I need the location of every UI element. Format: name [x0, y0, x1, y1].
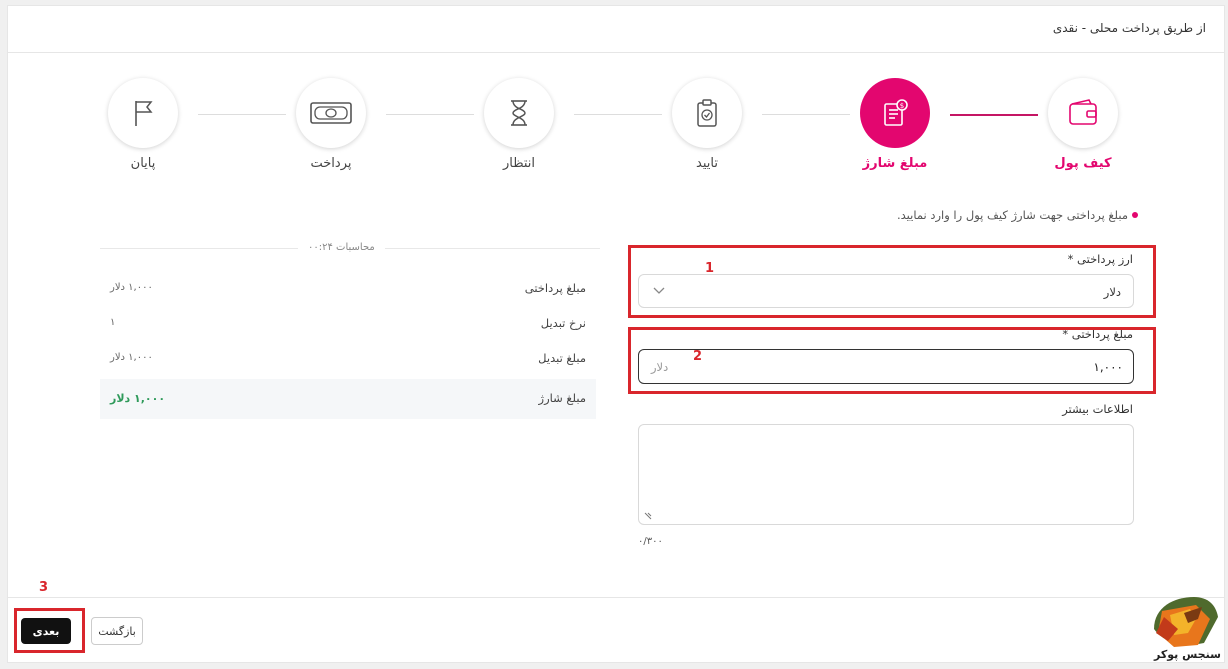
calc-value: ۱,۰۰۰ دلار — [110, 282, 153, 293]
step-connector — [762, 114, 850, 115]
calc-row: نرخ تبدیل ۱ — [100, 304, 596, 344]
calc-value-total: ۱,۰۰۰ دلار — [110, 392, 166, 405]
step-label: کیف پول — [1054, 156, 1112, 171]
calc-value: ۱,۰۰۰ دلار — [110, 352, 153, 363]
char-counter: ۰/۳۰۰ — [638, 536, 663, 547]
step-waiting: انتظار — [484, 78, 554, 171]
footer-divider — [8, 597, 1224, 598]
calc-label: مبلغ شارژ — [538, 391, 586, 405]
step-charge-amount: $ مبلغ شارژ — [860, 78, 930, 171]
step-label: مبلغ شارژ — [862, 156, 928, 171]
calc-label: مبلغ پرداختی — [524, 281, 586, 295]
step-label: تایید — [696, 156, 718, 171]
back-button[interactable]: بازگشت — [91, 617, 143, 645]
clipboard-check-icon — [697, 99, 717, 127]
svg-text:$: $ — [900, 102, 904, 110]
step-label: پرداخت — [310, 156, 352, 171]
step-connector — [198, 114, 286, 115]
page-title: از طریق پرداخت محلی - نقدی — [1052, 21, 1206, 35]
annotation-number: 3 — [39, 580, 49, 595]
brand-name: سنجس پوکر — [1154, 648, 1221, 661]
calc-label: مبلغ تبدیل — [538, 351, 586, 365]
annotation-box-currency — [628, 245, 1156, 318]
notes-label: اطلاعات بیشتر — [1062, 402, 1133, 416]
hint-bullet — [1132, 212, 1138, 218]
step-connector-active — [950, 114, 1038, 116]
step-connector — [574, 114, 662, 115]
calc-label: نرخ تبدیل — [540, 316, 586, 330]
notes-textarea[interactable] — [638, 424, 1134, 525]
annotation-number: 1 — [705, 261, 715, 276]
resize-handle-icon[interactable] — [643, 511, 653, 521]
calc-title: محاسبات ۰۰:۲۴ — [298, 242, 385, 253]
calc-row-total: مبلغ شارژ ۱,۰۰۰ دلار — [100, 379, 596, 419]
banknote-icon — [310, 102, 352, 124]
payment-card: از طریق پرداخت محلی - نقدی کیف پول $ مبل… — [7, 5, 1225, 663]
step-wallet: کیف پول — [1048, 78, 1118, 171]
annotation-number: 2 — [693, 349, 703, 364]
step-confirm: تایید — [672, 78, 742, 171]
invoice-icon: $ — [884, 99, 908, 126]
annotation-box-amount — [628, 327, 1156, 394]
step-payment: پرداخت — [296, 78, 366, 171]
calc-value: ۱ — [110, 317, 116, 328]
hint-text: مبلغ پرداختی جهت شارژ کیف پول را وارد نم… — [896, 208, 1128, 222]
calc-row: مبلغ تبدیل ۱,۰۰۰ دلار — [100, 339, 596, 379]
hourglass-icon — [511, 100, 527, 126]
card-header: از طریق پرداخت محلی - نقدی — [8, 6, 1224, 53]
step-label: انتظار — [502, 156, 536, 171]
step-label: پایان — [130, 156, 156, 171]
next-button[interactable]: بعدی — [21, 618, 71, 644]
wallet-icon — [1069, 99, 1097, 125]
step-end: پایان — [108, 78, 178, 171]
calc-row: مبلغ پرداختی ۱,۰۰۰ دلار — [100, 269, 596, 309]
flag-icon — [135, 101, 153, 126]
step-connector — [386, 114, 474, 115]
